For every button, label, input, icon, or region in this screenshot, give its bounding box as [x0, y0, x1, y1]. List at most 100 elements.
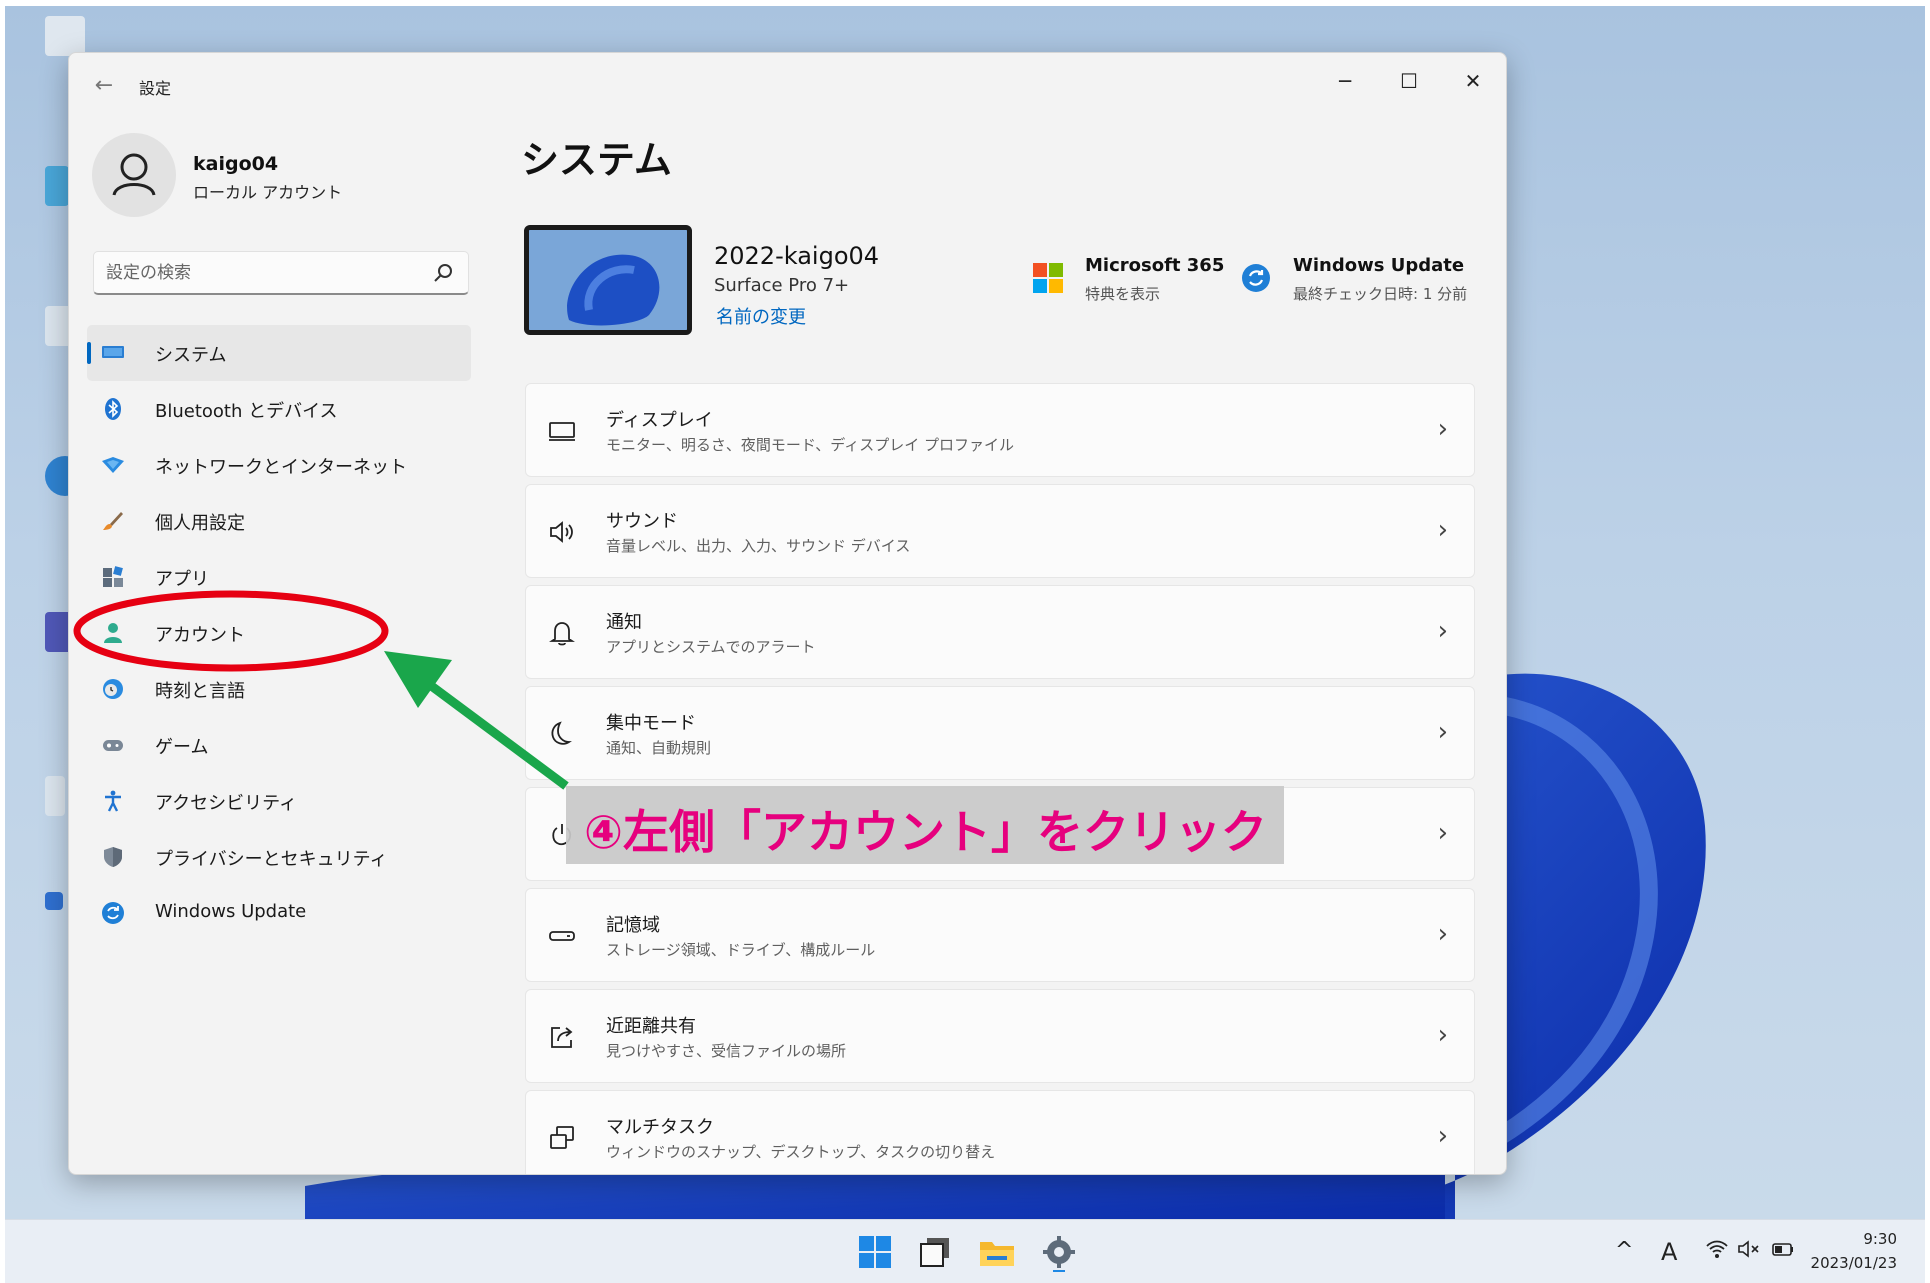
sidebar-item-label: ネットワークとインターネット — [155, 457, 407, 478]
wifi-icon[interactable] — [1705, 1238, 1729, 1260]
maximize-button[interactable]: ☐ — [1379, 61, 1439, 101]
card-subtitle: ウィンドウのスナップ、デスクトップ、タスクの切り替え — [606, 1143, 996, 1161]
card-nearby-sharing[interactable]: 近距離共有 見つけやすさ、受信ファイルの場所 › — [525, 989, 1475, 1083]
card-subtitle: モニター、明るさ、夜間モード、ディスプレイ プロファイル — [606, 436, 1014, 454]
card-subtitle: ストレージ領域、ドライブ、構成ルール — [606, 941, 876, 959]
search-icon[interactable] — [432, 262, 454, 284]
desktop-checkbox-icon[interactable] — [45, 892, 63, 910]
recycle-bin-icon[interactable] — [45, 16, 85, 56]
windows-update-title[interactable]: Windows Update — [1293, 255, 1464, 276]
instruction-text: ④左側「アカウント」をクリック — [584, 805, 1267, 859]
desktop-file-icon[interactable] — [45, 776, 65, 816]
storage-icon — [549, 931, 575, 941]
sidebar-item-accessibility[interactable]: アクセシビリティ — [87, 773, 471, 829]
search-box[interactable] — [93, 251, 469, 295]
card-title: ディスプレイ — [606, 410, 713, 431]
volume-muted-icon[interactable] — [1737, 1238, 1761, 1260]
start-icon[interactable] — [855, 1232, 895, 1272]
sidebar-item-privacy[interactable]: プライバシーとセキュリティ — [87, 829, 471, 885]
card-subtitle: 通知、自動規則 — [606, 739, 712, 757]
task-view-icon[interactable] — [915, 1232, 955, 1272]
monitor-icon — [102, 346, 124, 358]
card-focus[interactable]: 集中モード 通知、自動規則 › — [525, 686, 1475, 780]
chevron-right-icon: › — [1437, 818, 1448, 848]
person-icon — [104, 623, 122, 643]
windows-update-icon — [1242, 264, 1270, 292]
sidebar-item-personalization[interactable]: 個人用設定 — [87, 493, 471, 549]
search-input[interactable] — [106, 260, 406, 286]
clock-date[interactable]: 2023/01/23 — [1811, 1254, 1897, 1272]
update-icon — [102, 902, 124, 924]
chevron-right-icon: › — [1437, 1121, 1448, 1151]
sidebar-item-network[interactable]: ネットワークとインターネット — [87, 437, 471, 493]
clock-time[interactable]: 9:30 — [1863, 1230, 1897, 1248]
card-sound[interactable]: サウンド 音量レベル、出力、入力、サウンド デバイス › — [525, 484, 1475, 578]
ms365-title[interactable]: Microsoft 365 — [1085, 255, 1224, 276]
card-title: マルチタスク — [606, 1117, 714, 1138]
battery-icon[interactable] — [1771, 1238, 1795, 1260]
device-name: 2022-kaigo04 — [714, 242, 880, 270]
user-icon — [112, 153, 156, 196]
apps-icon — [103, 566, 123, 587]
close-button[interactable]: ✕ — [1443, 61, 1503, 101]
sidebar-item-label: アクセシビリティ — [155, 793, 298, 814]
chevron-right-icon: › — [1437, 717, 1448, 747]
sidebar-item-gaming[interactable]: ゲーム — [87, 717, 471, 773]
rename-link[interactable]: 名前の変更 — [716, 303, 806, 329]
card-display[interactable]: ディスプレイ モニター、明るさ、夜間モード、ディスプレイ プロファイル › — [525, 383, 1475, 477]
speaker-icon — [550, 521, 573, 543]
sidebar-item-apps[interactable]: アプリ — [87, 549, 471, 605]
ms365-subtitle[interactable]: 特典を表示 — [1085, 283, 1160, 304]
card-title: 近距離共有 — [606, 1016, 696, 1037]
shield-icon — [104, 847, 122, 867]
page-title: システム — [521, 138, 672, 182]
chevron-right-icon: › — [1437, 515, 1448, 545]
sidebar-item-windows-update[interactable]: Windows Update — [87, 885, 471, 941]
ime-indicator-icon[interactable]: A — [1661, 1238, 1677, 1266]
sidebar-item-label: ゲーム — [155, 737, 209, 758]
minimize-button[interactable]: ─ — [1315, 61, 1375, 101]
window-title: 設定 — [139, 79, 172, 98]
chevron-right-icon: › — [1437, 414, 1448, 444]
profile-account-type: ローカル アカウント — [193, 183, 343, 202]
back-button[interactable]: ← — [89, 71, 119, 101]
bluetooth-icon — [105, 398, 121, 420]
microsoft-logo-icon — [1033, 263, 1063, 293]
accessibility-icon — [105, 790, 121, 812]
chevron-right-icon: › — [1437, 1020, 1448, 1050]
bell-icon — [549, 622, 575, 646]
card-storage[interactable]: 記憶域 ストレージ領域、ドライブ、構成ルール › — [525, 888, 1475, 982]
wallpaper-thumbnail-icon — [529, 230, 687, 330]
card-title: 集中モード — [606, 713, 696, 734]
sidebar-item-time-language[interactable]: 時刻と言語 — [87, 661, 471, 717]
gamepad-icon — [103, 740, 123, 751]
sidebar-item-bluetooth[interactable]: Bluetooth とデバイス — [87, 381, 471, 437]
brush-icon — [103, 512, 123, 530]
globe-clock-icon — [103, 679, 123, 699]
card-title: サウンド — [606, 511, 678, 532]
card-title: 通知 — [606, 612, 642, 633]
sidebar-item-label: 時刻と言語 — [155, 681, 245, 702]
device-thumbnail — [524, 225, 692, 335]
card-notifications[interactable]: 通知 アプリとシステムでのアラート › — [525, 585, 1475, 679]
sidebar-item-label: プライバシーとセキュリティ — [155, 849, 388, 870]
sidebar-nav: システム Bluetooth とデバイス ネットワークとインターネット 個人用設… — [87, 325, 471, 941]
chevron-right-icon: › — [1437, 616, 1448, 646]
windows-update-subtitle[interactable]: 最終チェック日時: 1 分前 — [1293, 283, 1467, 304]
sidebar-item-label: Windows Update — [155, 901, 307, 922]
tray-overflow-icon[interactable]: ^ — [1615, 1238, 1633, 1263]
settings-gear-icon[interactable] — [1039, 1232, 1079, 1272]
sidebar-item-label: アカウント — [155, 625, 245, 646]
desktop-app-icon[interactable] — [45, 166, 69, 206]
sidebar-item-system[interactable]: システム — [87, 325, 471, 381]
file-explorer-icon[interactable] — [977, 1232, 1017, 1272]
instruction-banner: ④左側「アカウント」をクリック — [566, 786, 1284, 864]
sidebar-item-label: アプリ — [155, 569, 209, 590]
share-icon — [551, 1027, 573, 1048]
card-multitasking[interactable]: マルチタスク ウィンドウのスナップ、デスクトップ、タスクの切り替え › — [525, 1090, 1475, 1174]
sidebar-item-accounts[interactable]: アカウント — [87, 605, 471, 661]
settings-window: ← 設定 ─ ☐ ✕ kaigo04 ローカル アカウント システム Bluet… — [68, 52, 1507, 1175]
wifi-diamond-icon — [102, 457, 124, 473]
title-bar: ← 設定 ─ ☐ ✕ — [69, 53, 1506, 117]
avatar[interactable] — [92, 133, 176, 217]
